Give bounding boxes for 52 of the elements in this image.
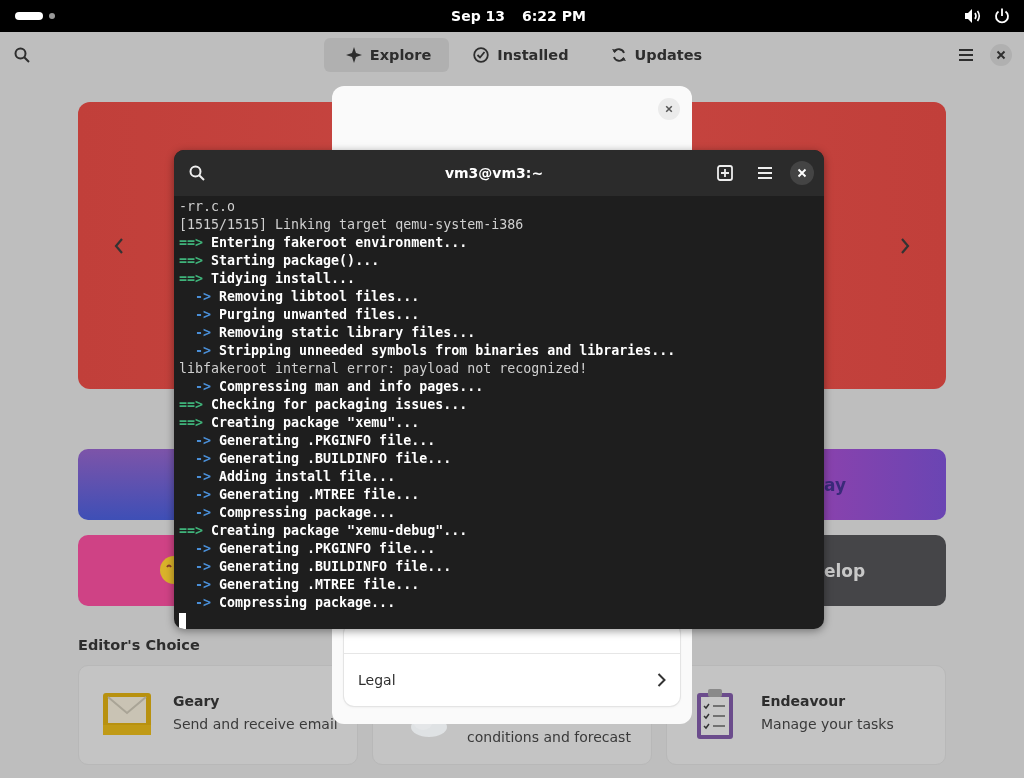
arrow-marker: -> bbox=[195, 433, 211, 448]
terminal-line: Adding install file... bbox=[219, 469, 396, 484]
terminal-line: [1515/1515] Linking target qemu-system-i386 bbox=[179, 216, 525, 234]
terminal-line: -rr.c.o bbox=[179, 198, 237, 216]
category-label: elop bbox=[824, 560, 866, 581]
terminal-line: Generating .BUILDINFO file... bbox=[219, 559, 452, 574]
arrow-marker: -> bbox=[195, 289, 211, 304]
app-description: conditions and forecast bbox=[467, 729, 631, 745]
terminal-line: Generating .BUILDINFO file... bbox=[219, 451, 452, 466]
terminal-line: Generating .PKGINFO file... bbox=[219, 541, 436, 556]
terminal-line: Checking for packaging issues... bbox=[211, 397, 468, 412]
arrow-marker: -> bbox=[195, 505, 211, 520]
terminal-line: Generating .MTREE file... bbox=[219, 577, 420, 592]
arrow-marker: -> bbox=[195, 343, 211, 358]
terminal-line: Creating package "xemu-debug"... bbox=[211, 523, 468, 538]
arrow-marker: ==> bbox=[179, 415, 204, 430]
arrow-marker: ==> bbox=[179, 523, 204, 538]
arrow-marker: -> bbox=[195, 379, 211, 394]
terminal-line: libfakeroot internal error: payload not recognized! bbox=[179, 360, 589, 378]
window-title: vm3@vm3:~ bbox=[443, 165, 545, 181]
terminal-line: Compressing package... bbox=[219, 595, 396, 610]
terminal-line: Stripping unneeded symbols from binaries and libraries... bbox=[219, 343, 676, 358]
app-description: Send and receive email bbox=[173, 716, 338, 732]
terminal-line: Entering fakeroot environment... bbox=[211, 235, 468, 250]
app-name: Geary bbox=[173, 693, 221, 709]
arrow-marker: ==> bbox=[179, 271, 204, 286]
arrow-marker: -> bbox=[195, 595, 211, 610]
app-name: Endeavour bbox=[761, 693, 847, 709]
terminal-line: Creating package "xemu"... bbox=[211, 415, 420, 430]
arrow-marker: -> bbox=[195, 451, 211, 466]
arrow-marker: -> bbox=[195, 469, 211, 484]
arrow-marker: ==> bbox=[179, 397, 204, 412]
terminal-line: Compressing package... bbox=[219, 505, 396, 520]
category-label: ay bbox=[824, 474, 847, 495]
arrow-marker: ==> bbox=[179, 253, 204, 268]
terminal-line: Purging unwanted files... bbox=[219, 307, 420, 322]
terminal-line: Starting package()... bbox=[211, 253, 380, 268]
terminal-line: Tidying install... bbox=[211, 271, 356, 286]
terminal-line: Removing libtool files... bbox=[219, 289, 420, 304]
arrow-marker: -> bbox=[195, 307, 211, 322]
app-description: Manage your tasks bbox=[761, 716, 894, 732]
section-heading: Editor's Choice bbox=[78, 637, 201, 653]
terminal-line: Generating .PKGINFO file... bbox=[219, 433, 436, 448]
arrow-marker: -> bbox=[195, 487, 211, 502]
arrow-marker: -> bbox=[195, 541, 211, 556]
terminal-line: Generating .MTREE file... bbox=[219, 487, 420, 502]
arrow-marker: -> bbox=[195, 577, 211, 592]
arrow-marker: -> bbox=[195, 325, 211, 340]
arrow-marker: ==> bbox=[179, 235, 204, 250]
arrow-marker: -> bbox=[195, 559, 211, 574]
terminal-line: Compressing man and info pages... bbox=[219, 379, 484, 394]
terminal-line: Removing static library files... bbox=[219, 325, 476, 340]
